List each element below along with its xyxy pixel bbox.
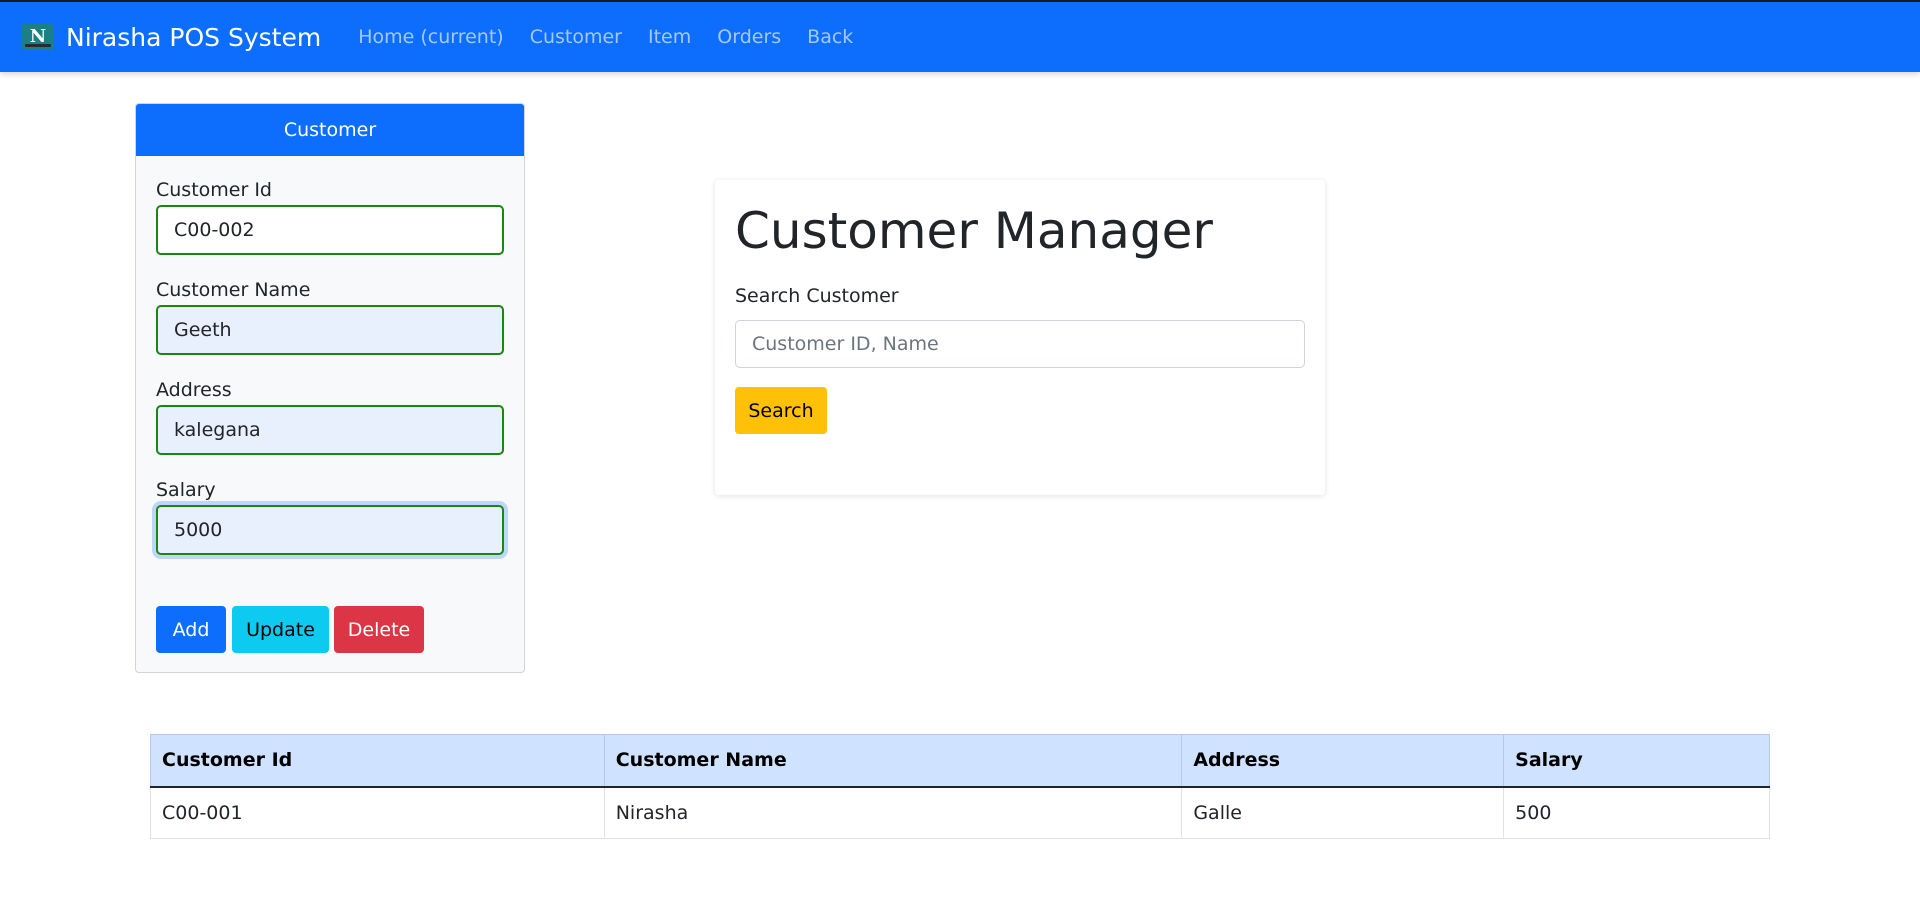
column-header-address[interactable]: Address — [1181, 734, 1505, 788]
nav-link-customer[interactable]: Customer — [518, 26, 634, 48]
table-body: C00-001 Nirasha Galle 500 — [150, 786, 1770, 839]
top-navbar: N Nirasha POS System Home (current) Cust… — [0, 0, 1920, 72]
customer-id-group: Customer Id — [156, 179, 504, 255]
table-header-row: Customer Id Customer Name Address Salary — [150, 734, 1770, 788]
customer-id-input[interactable] — [156, 205, 504, 255]
salary-input[interactable] — [156, 505, 504, 555]
table-cell-customer-id: C00-001 — [150, 786, 605, 839]
nav-link-home[interactable]: Home (current) — [346, 26, 516, 48]
customer-name-input[interactable] — [156, 305, 504, 355]
customer-name-label: Customer Name — [156, 279, 311, 301]
customer-name-group: Customer Name — [156, 279, 504, 355]
brand-title[interactable]: Nirasha POS System — [66, 23, 321, 52]
nav-link-orders[interactable]: Orders — [705, 26, 793, 48]
customer-table: Customer Id Customer Name Address Salary… — [150, 734, 1770, 839]
customer-form-header: Customer — [136, 104, 524, 156]
salary-label: Salary — [156, 479, 216, 501]
brand-logo-icon: N — [22, 24, 54, 50]
salary-group: Salary — [156, 479, 504, 555]
page-title: Customer Manager — [735, 202, 1213, 260]
column-header-customer-id[interactable]: Customer Id — [150, 734, 605, 788]
brand[interactable]: N Nirasha POS System — [22, 23, 321, 52]
column-header-salary[interactable]: Salary — [1503, 734, 1770, 788]
table-row[interactable]: C00-001 Nirasha Galle 500 — [150, 786, 1770, 839]
table-header: Customer Id Customer Name Address Salary — [150, 734, 1770, 788]
address-input[interactable] — [156, 405, 504, 455]
add-button[interactable]: Add — [156, 606, 226, 653]
delete-button[interactable]: Delete — [334, 606, 424, 653]
customer-form-card: Customer Customer Id Customer Name Addre… — [135, 103, 525, 673]
search-label: Search Customer — [735, 285, 899, 307]
customer-manager-card: Customer Manager Search Customer Search — [715, 180, 1325, 495]
nav-link-item[interactable]: Item — [636, 26, 703, 48]
customer-id-label: Customer Id — [156, 179, 272, 201]
table-cell-address: Galle — [1181, 786, 1505, 839]
table-cell-salary: 500 — [1503, 786, 1770, 839]
address-group: Address — [156, 379, 504, 455]
search-input[interactable] — [735, 320, 1305, 368]
table-cell-customer-name: Nirasha — [603, 786, 1183, 839]
nav-link-back[interactable]: Back — [795, 26, 865, 48]
column-header-customer-name[interactable]: Customer Name — [603, 734, 1183, 788]
nav-links: Home (current) Customer Item Orders Back — [344, 26, 865, 48]
update-button[interactable]: Update — [232, 606, 329, 653]
search-button[interactable]: Search — [735, 387, 827, 434]
address-label: Address — [156, 379, 232, 401]
